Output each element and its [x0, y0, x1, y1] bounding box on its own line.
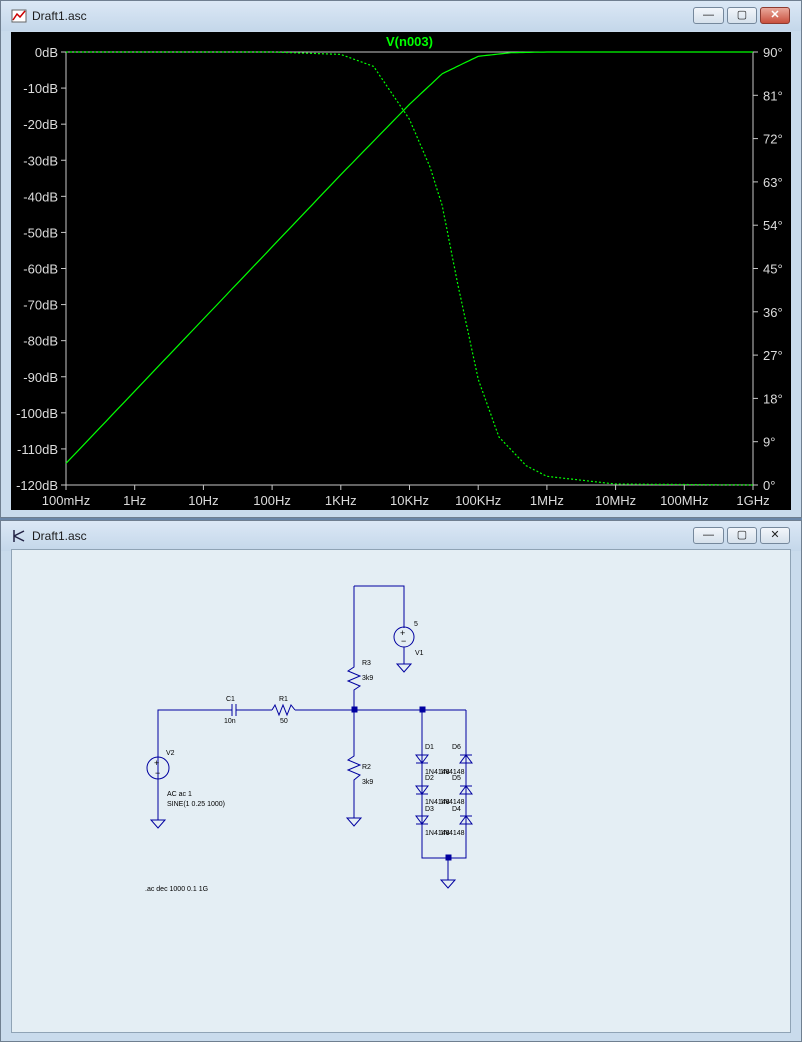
y-right-tick-label: 0° [763, 478, 775, 493]
d5-name-label: D5 [452, 775, 461, 782]
x-tick-label: 10MHz [595, 493, 636, 508]
diode-model-label: 1N4148 [440, 830, 465, 837]
v1-name-label: V1 [415, 650, 424, 657]
y-left-tick-label: -90dB [23, 370, 58, 385]
y-left-tick-label: -110dB [17, 442, 58, 457]
window-title: Draft1.asc [32, 529, 87, 543]
r1-resistor-symbol[interactable] [271, 703, 296, 717]
y-right-tick-label: 9° [763, 435, 775, 450]
diode-model-label: 1N4148 [440, 799, 465, 806]
x-tick-label: 100Hz [253, 493, 291, 508]
schematic-drawing: + − 5 V1 R3 3k9 C1 10n R1 50 R2 3k9 + − … [145, 585, 473, 893]
close-button[interactable]: ✕ [760, 527, 790, 544]
y-left-tick-label: -60dB [23, 262, 58, 277]
diode-model-label: 1N4148 [440, 769, 465, 776]
plot-pane[interactable]: V(n003) 100mHz 1Hz 10Hz 100Hz 1KHz 10KHz 100KHz… [11, 32, 791, 510]
window-titlebar[interactable]: Draft1.asc — ▢ ✕ [1, 521, 801, 551]
y-right-tick-label: 54° [763, 218, 783, 233]
wire[interactable] [354, 585, 405, 628]
y-left-tick-label: -120dB [16, 478, 58, 493]
x-tick-label: 10Hz [188, 493, 218, 508]
y-right-tick-label: 27° [763, 348, 783, 363]
y-left-tick-label: -50dB [23, 225, 58, 240]
close-icon: ✕ [770, 529, 780, 541]
r2-value-label: 3k9 [362, 779, 373, 786]
close-icon: ✕ [770, 9, 780, 21]
y-right-tick-label: 63° [763, 175, 783, 190]
v2-ac-label: AC ac 1 [167, 791, 192, 798]
chart-title: V(n003) [386, 34, 433, 49]
minus-sign: − [401, 636, 406, 646]
y-right-tick-label: 90° [763, 45, 783, 60]
close-button[interactable]: ✕ [760, 7, 790, 24]
minimize-icon: — [703, 9, 714, 21]
y-right-tick-label: 72° [763, 132, 783, 147]
d1-name-label: D1 [425, 744, 434, 751]
r2-name-label: R2 [362, 764, 371, 771]
c1-value-label: 10n [224, 718, 236, 725]
spice-directive[interactable]: .ac dec 1000 0.1 1G [145, 886, 208, 893]
v1-value-label: 5 [414, 621, 418, 628]
maximize-button[interactable]: ▢ [727, 527, 757, 544]
d3-name-label: D3 [425, 806, 434, 813]
y-left-tick-label: -10dB [23, 81, 58, 96]
v2-sine-label: SINE(1 0.25 1000) [167, 801, 225, 808]
bode-plot: V(n003) 100mHz 1Hz 10Hz 100Hz 1KHz 10KHz 100KHz… [16, 34, 783, 508]
x-tick-label: 100KHz [455, 493, 501, 508]
window-titlebar[interactable]: Draft1.asc — ▢ ✕ [1, 1, 801, 31]
ground-icon [149, 819, 167, 829]
minimize-icon: — [703, 529, 714, 541]
d2-name-label: D2 [425, 775, 434, 782]
maximize-button[interactable]: ▢ [727, 7, 757, 24]
y-left-tick-label: -20dB [23, 117, 58, 132]
y-right-tick-label: 18° [763, 391, 783, 406]
y-right-tick-label: 45° [763, 262, 783, 277]
x-tick-label: 1KHz [325, 493, 357, 508]
r3-value-label: 3k9 [362, 675, 373, 682]
y-left-tick-label: -100dB [16, 406, 58, 421]
y-left-tick-label: 0dB [35, 45, 58, 60]
y-left-tick-label: -30dB [23, 153, 58, 168]
d4-name-label: D4 [452, 806, 461, 813]
maximize-icon: ▢ [736, 9, 748, 21]
phase-trace [66, 51, 754, 486]
ground-icon [345, 817, 363, 827]
r2-resistor-symbol[interactable] [346, 710, 362, 818]
waveform-icon [11, 9, 27, 23]
y-right-tick-label: 36° [763, 305, 783, 320]
x-tick-label: 1MHz [530, 493, 564, 508]
x-tick-label: 1Hz [123, 493, 146, 508]
y-left-tick-label: -70dB [23, 298, 58, 313]
maximize-icon: ▢ [736, 529, 748, 541]
x-tick-label: 100MHz [660, 493, 708, 508]
y-left-tick-label: -80dB [23, 334, 58, 349]
schematic-canvas[interactable]: + − 5 V1 R3 3k9 C1 10n R1 50 R2 3k9 + − … [11, 549, 791, 1033]
x-tick-label: 1GHz [736, 493, 769, 508]
d6-name-label: D6 [452, 744, 461, 751]
v2-name-label: V2 [166, 750, 175, 757]
waveform-window: Draft1.asc — ▢ ✕ V(n003) 100mHz 1Hz 10Hz 100… [0, 0, 802, 518]
minimize-button[interactable]: — [693, 7, 724, 24]
y-right-tick-label: 81° [763, 88, 783, 103]
r1-name-label: R1 [279, 696, 288, 703]
schematic-window: Draft1.asc — ▢ ✕ + − 5 V1 R3 3k9 C1 10n … [0, 520, 802, 1042]
r3-resistor-symbol[interactable] [346, 663, 362, 710]
r3-name-label: R3 [362, 660, 371, 667]
plus-sign: + [154, 758, 159, 768]
minus-sign: − [155, 768, 160, 778]
minimize-button[interactable]: — [693, 527, 724, 544]
schematic-icon [13, 530, 25, 542]
ground-icon [439, 879, 457, 889]
window-title: Draft1.asc [32, 9, 87, 23]
x-tick-label: 100mHz [42, 493, 90, 508]
r1-value-label: 50 [280, 718, 288, 725]
y-left-tick-label: -40dB [23, 189, 58, 204]
magnitude-trace [65, 51, 753, 464]
c1-name-label: C1 [226, 696, 235, 703]
plot-frame [65, 51, 754, 486]
x-tick-label: 10KHz [390, 493, 429, 508]
ground-icon [395, 663, 413, 673]
